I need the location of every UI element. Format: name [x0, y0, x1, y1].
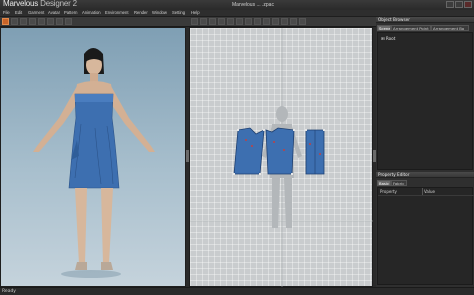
menu-setting[interactable]: Setting	[172, 10, 185, 15]
menu-render[interactable]: Render	[134, 10, 148, 15]
circle-icon[interactable]	[245, 18, 252, 25]
curve-icon[interactable]	[218, 18, 225, 25]
app-title: Marvelous Designer 2	[3, 0, 77, 8]
pattern-piece-front-left	[233, 127, 265, 175]
segment-sew-icon[interactable]	[272, 18, 279, 25]
menu-help[interactable]: Help	[191, 10, 200, 15]
tab-basic[interactable]: Basic	[377, 180, 391, 186]
polygon-icon[interactable]	[227, 18, 234, 25]
right-leg	[101, 188, 113, 264]
title-bar: Marvelous Designer 2 Marvelous ... .zpac	[0, 0, 474, 10]
header-divider	[378, 195, 474, 196]
dart-icon[interactable]	[254, 18, 261, 25]
object-browser-header: Object Browser	[376, 17, 474, 23]
menu-pattern[interactable]: Pattern	[64, 10, 78, 15]
object-browser-title: Object Browser	[378, 17, 410, 22]
column-divider	[422, 188, 423, 195]
menu-garment[interactable]: Garment	[28, 10, 44, 15]
select-icon[interactable]	[2, 18, 9, 25]
simulate-icon[interactable]	[65, 18, 72, 25]
object-browser-tabs: Scene Arrangement Point Arrangement Bo	[377, 25, 473, 31]
mesh-icon[interactable]	[56, 18, 63, 25]
app-brand: Marvelous	[3, 0, 39, 8]
minimize-button[interactable]	[446, 1, 454, 8]
free-sew-icon[interactable]	[281, 18, 288, 25]
property-editor-header: Property Editor	[376, 172, 474, 178]
menu-bar: File Edit Garment Avatar Pattern Animati…	[0, 10, 474, 17]
left-leg	[75, 188, 87, 264]
menu-edit[interactable]: Edit	[15, 10, 22, 15]
pin-icon[interactable]	[38, 18, 45, 25]
check-sew-icon[interactable]	[290, 18, 297, 25]
tree-item-root-label: Root	[385, 36, 396, 41]
right-panel: Object Browser Scene Arrangement Point A…	[376, 17, 474, 287]
dress-bodice-fold	[75, 94, 113, 102]
point-icon[interactable]	[209, 18, 216, 25]
close-button[interactable]	[464, 1, 472, 8]
property-editor-table: Property Value	[377, 187, 474, 285]
tab-fabric[interactable]: Fabric	[391, 180, 407, 186]
tab-arrangement-bo[interactable]: Arrangement Bo	[431, 25, 469, 31]
status-text: Ready	[2, 289, 16, 294]
pattern-canvas	[190, 28, 374, 288]
avatar-scene	[33, 48, 155, 278]
property-editor-title: Property Editor	[378, 172, 410, 177]
pattern-select-icon[interactable]	[191, 18, 198, 25]
pattern-piece-front-right	[265, 127, 295, 175]
move-icon[interactable]	[11, 18, 18, 25]
menu-environment[interactable]: Environment	[105, 10, 129, 15]
app-window: Marvelous Designer 2 Marvelous ... .zpac…	[0, 0, 474, 295]
left-shoe	[75, 262, 87, 270]
pattern-edit-icon[interactable]	[200, 18, 207, 25]
rectangle-icon[interactable]	[236, 18, 243, 25]
tack-icon[interactable]	[29, 18, 36, 25]
tab-arrangement-point[interactable]: Arrangement Point	[391, 25, 431, 31]
property-column-header: Property	[380, 189, 397, 194]
2d-pattern-window[interactable]	[189, 27, 374, 288]
property-editor-tabs: Basic Fabric	[377, 180, 473, 186]
right-shoe	[101, 262, 113, 270]
neck	[90, 73, 98, 82]
tree-item-root[interactable]: ⊞ Root	[381, 36, 395, 41]
status-bar: Ready	[0, 287, 474, 295]
maximize-button[interactable]	[455, 1, 463, 8]
dress	[68, 93, 120, 189]
document-title: Marvelous ... .zpac	[232, 2, 274, 8]
sewing-icon[interactable]	[263, 18, 270, 25]
menu-animation[interactable]: Animation	[82, 10, 101, 15]
text-icon[interactable]	[299, 18, 306, 25]
object-browser-tree: ⊞ Root	[377, 32, 473, 170]
app-product: Designer 2	[40, 0, 77, 8]
rotate-icon[interactable]	[20, 18, 27, 25]
tab-scene[interactable]: Scene	[377, 25, 391, 31]
value-column-header: Value	[424, 189, 435, 194]
floor-shadow	[61, 270, 121, 278]
3d-garment-window[interactable]	[0, 27, 186, 287]
menu-file[interactable]: File	[3, 10, 10, 15]
menu-window[interactable]: Window	[152, 10, 167, 15]
menu-avatar[interactable]: Avatar	[48, 10, 60, 15]
fold-icon[interactable]	[47, 18, 54, 25]
